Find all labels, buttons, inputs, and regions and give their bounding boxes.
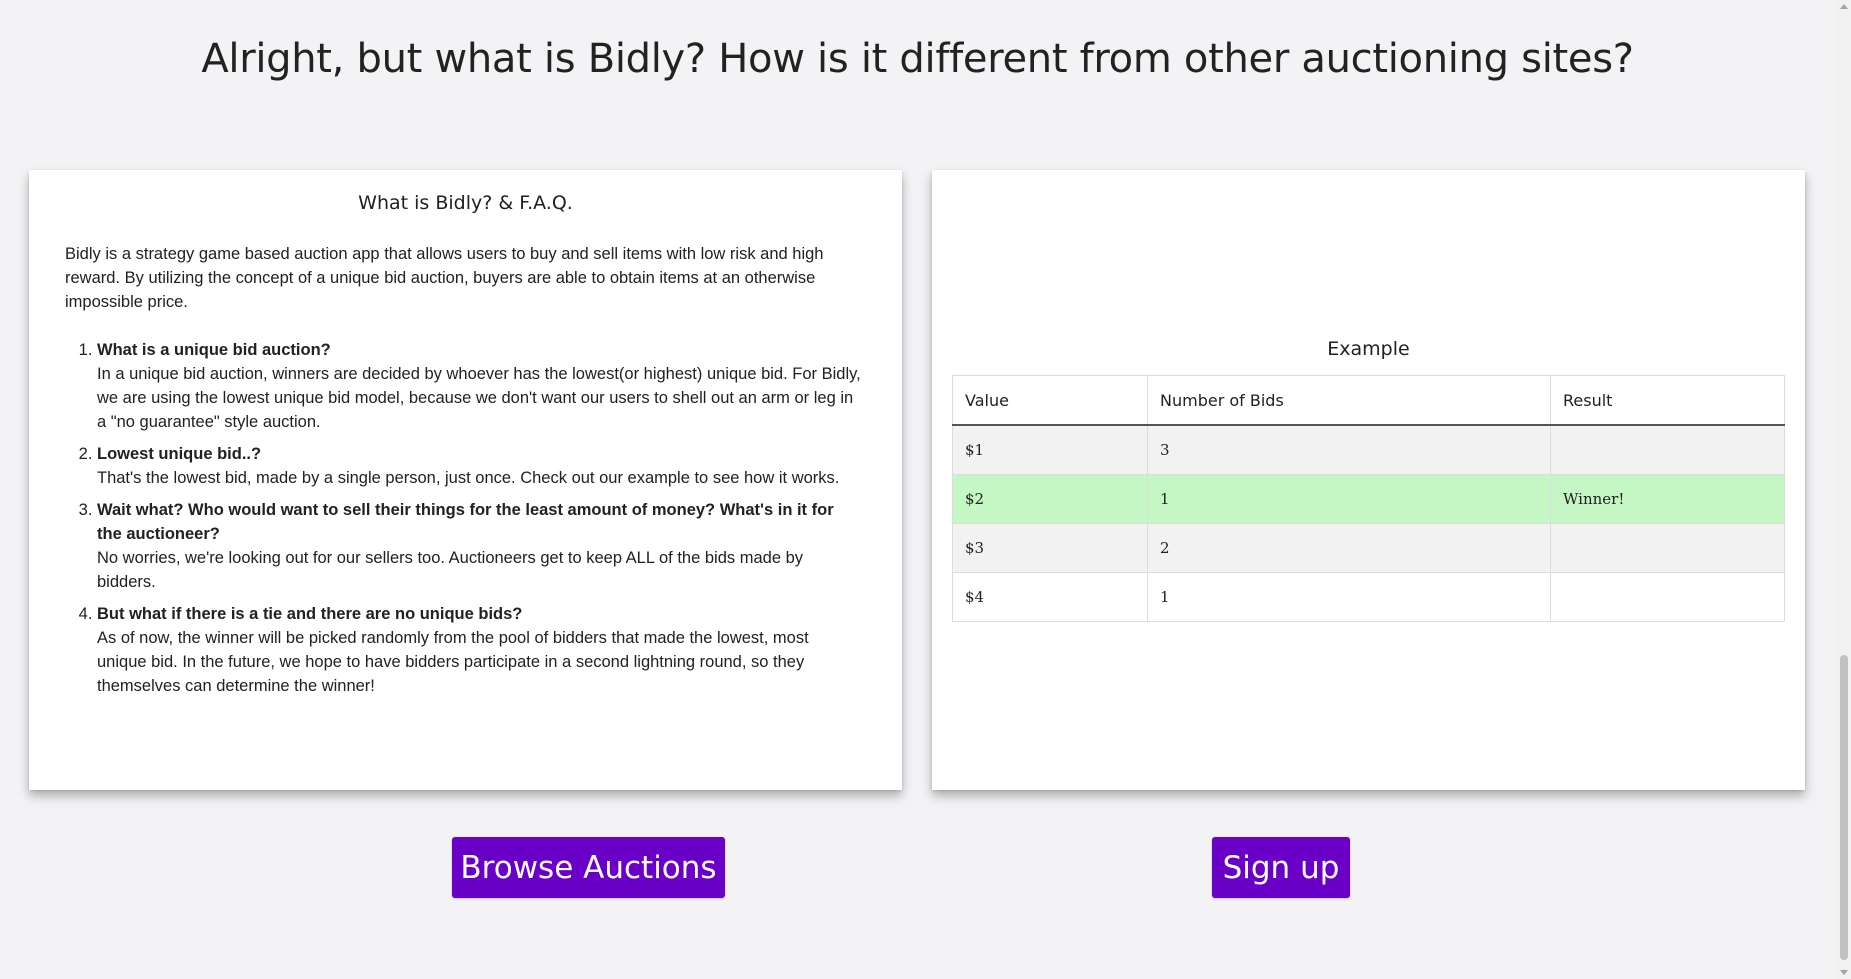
faq-answer: As of now, the winner will be picked ran… [97, 629, 809, 695]
faq-intro: Bidly is a strategy game based auction a… [65, 245, 824, 311]
sign-up-button[interactable]: Sign up [1212, 837, 1350, 898]
faq-answer: In a unique bid auction, winners are dec… [97, 365, 861, 431]
faq-item: What is a unique bid auction? In a uniqu… [97, 338, 862, 434]
faq-list: What is a unique bid auction? In a uniqu… [65, 338, 862, 698]
page-title: Alright, but what is Bidly? How is it di… [201, 36, 1634, 82]
faq-answer: That's the lowest bid, made by a single … [97, 469, 840, 487]
scroll-up-arrow-icon[interactable] [1840, 4, 1848, 9]
table-row: $1 3 [952, 424, 1785, 475]
example-table: Value Number of Bids Result $1 3 $2 1 Wi… [952, 375, 1785, 622]
faq-answer: No worries, we're looking out for our se… [97, 549, 804, 591]
faq-title: What is Bidly? & F.A.Q. [358, 192, 573, 214]
faq-item: Lowest unique bid..? That's the lowest b… [97, 442, 862, 490]
faq-question: Wait what? Who would want to sell their … [97, 501, 834, 543]
cell-bids: 3 [1147, 424, 1551, 475]
table-row: $3 2 [952, 523, 1785, 573]
scroll-thumb[interactable] [1840, 655, 1848, 960]
cell-value: $1 [952, 424, 1148, 475]
example-title: Example [1327, 338, 1410, 360]
cell-result [1550, 523, 1785, 573]
faq-question: But what if there is a tie and there are… [97, 605, 523, 623]
cell-value: $4 [952, 572, 1148, 622]
cell-result [1550, 572, 1785, 622]
cell-value: $2 [952, 474, 1148, 524]
column-header-result: Result [1550, 375, 1785, 426]
cell-value: $3 [952, 523, 1148, 573]
cell-result [1550, 424, 1785, 475]
table-row-winner: $2 1 Winner! [952, 474, 1785, 524]
cell-bids: 1 [1147, 572, 1551, 622]
faq-question: Lowest unique bid..? [97, 445, 262, 463]
column-header-bids: Number of Bids [1147, 375, 1551, 426]
scroll-down-arrow-icon[interactable] [1840, 970, 1848, 975]
faq-item: Wait what? Who would want to sell their … [97, 498, 862, 594]
faq-question: What is a unique bid auction? [97, 341, 331, 359]
example-card: Example Value Number of Bids Result $1 3… [932, 170, 1805, 790]
column-header-value: Value [952, 375, 1148, 426]
page-scrollbar[interactable] [1837, 0, 1851, 979]
faq-item: But what if there is a tie and there are… [97, 602, 862, 698]
cell-bids: 2 [1147, 523, 1551, 573]
table-row: $4 1 [952, 572, 1785, 622]
browse-auctions-button[interactable]: Browse Auctions [452, 837, 725, 898]
cell-result: Winner! [1550, 474, 1785, 524]
table-header-row: Value Number of Bids Result [952, 375, 1785, 426]
cell-bids: 1 [1147, 474, 1551, 524]
faq-card: What is Bidly? & F.A.Q. Bidly is a strat… [29, 170, 902, 790]
